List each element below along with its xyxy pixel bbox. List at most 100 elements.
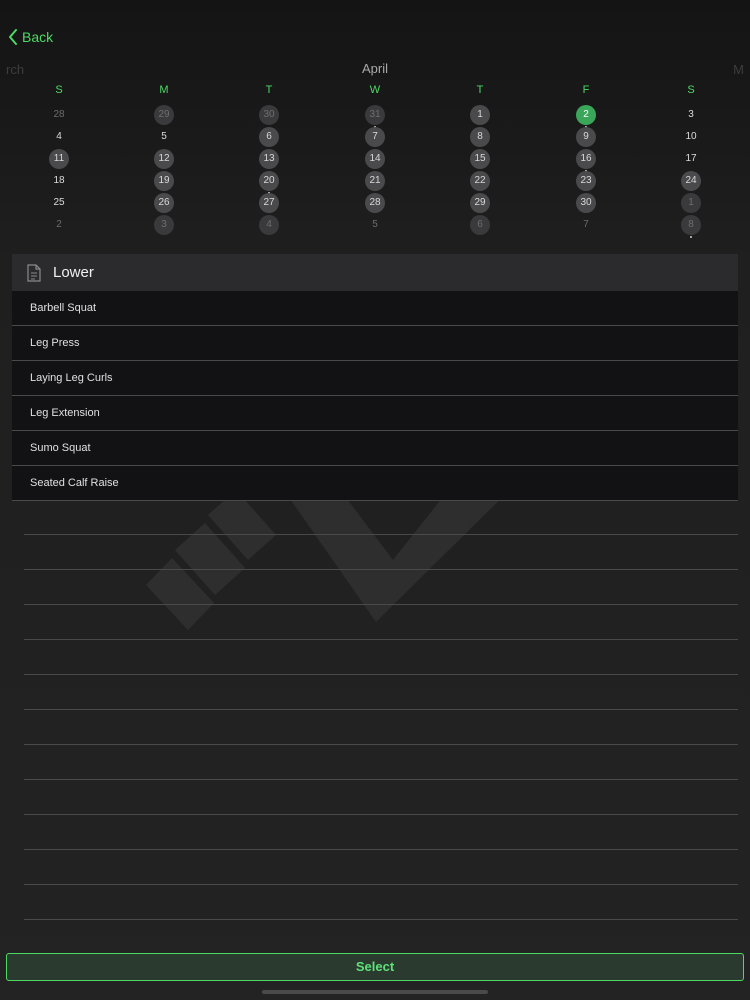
calendar-day[interactable]: 28 [365, 193, 385, 213]
calendar-day[interactable]: 17 [681, 149, 701, 169]
calendar-day[interactable]: 23 [576, 171, 596, 191]
calendar-day-number: 2 [56, 219, 62, 230]
back-label: Back [22, 29, 54, 45]
calendar-day-number: 12 [158, 153, 170, 164]
exercise-row[interactable]: Sumo Squat [12, 431, 738, 466]
calendar-day[interactable]: 25 [49, 193, 69, 213]
calendar-day-number: 9 [583, 131, 589, 142]
calendar-day-number: 11 [53, 153, 65, 164]
calendar-day[interactable]: 6 [470, 215, 490, 235]
weekday-label: S [687, 84, 695, 96]
empty-list-line [24, 885, 738, 920]
calendar-day[interactable]: 29 [154, 105, 174, 125]
calendar-day[interactable]: 3 [154, 215, 174, 235]
exercise-row[interactable]: Leg Press [12, 326, 738, 361]
calendar-day-number: 17 [685, 153, 697, 164]
calendar-day-number: 8 [477, 131, 483, 142]
calendar-day[interactable]: 5 [154, 127, 174, 147]
chevron-left-icon [9, 29, 17, 45]
calendar-day-number: 26 [158, 197, 170, 208]
exercise-name: Leg Press [30, 337, 80, 349]
calendar-day-number: 14 [369, 153, 381, 164]
document-icon [27, 263, 41, 282]
calendar-week-row: 11 12 13 14 15 16 17 [0, 148, 750, 172]
calendar-day[interactable]: 12 [154, 149, 174, 169]
calendar-day-number: 5 [372, 219, 378, 230]
calendar-day[interactable]: 8 [681, 215, 701, 238]
calendar-day[interactable]: 31 [365, 105, 385, 128]
calendar-day-number: 21 [369, 175, 381, 186]
weekday-label: T [476, 84, 484, 96]
calendar-day-number: 19 [158, 175, 170, 186]
calendar-day-number: 27 [263, 197, 275, 208]
calendar-day[interactable]: 24 [681, 171, 701, 191]
home-indicator [262, 990, 488, 994]
calendar-week-row: 28 29 30 31 1 2 3 [0, 104, 750, 128]
calendar-grid: SMTWTFS 28 29 30 31 1 2 3 4 5 6 7 8 9 10 11 12 13 14 15 16 1… [0, 82, 750, 238]
calendar-weeks: 28 29 30 31 1 2 3 4 5 6 7 8 9 10 11 12 13 14 15 16 17 18 19 20 2… [0, 104, 750, 238]
calendar-day[interactable]: 22 [470, 171, 490, 191]
calendar-day[interactable]: 21 [365, 171, 385, 191]
calendar-day-number: 10 [685, 131, 697, 142]
calendar-day[interactable]: 15 [470, 149, 490, 169]
calendar-day[interactable]: 9 [576, 127, 596, 147]
calendar-day[interactable]: 8 [470, 127, 490, 147]
empty-list-line [24, 850, 738, 885]
calendar-day-number: 15 [474, 153, 486, 164]
workout-dot-indicator [690, 236, 692, 238]
exercise-name: Laying Leg Curls [30, 372, 113, 384]
empty-list-line [24, 780, 738, 815]
calendar-day[interactable]: 30 [576, 193, 596, 213]
calendar-day[interactable]: 2 [49, 215, 69, 235]
calendar-day[interactable]: 30 [259, 105, 279, 125]
calendar-day[interactable]: 18 [49, 171, 69, 191]
month-title: April [361, 61, 388, 76]
back-button[interactable]: Back [8, 26, 53, 48]
next-month-label[interactable]: M [733, 62, 744, 77]
calendar-day[interactable]: 11 [49, 149, 69, 169]
calendar-day-number: 29 [474, 197, 486, 208]
calendar-day[interactable]: 6 [259, 127, 279, 147]
calendar-day[interactable]: 7 [365, 127, 385, 147]
screen: Back rch April M SMTWTFS 28 29 30 31 1 2 3 4 5 6 7… [0, 0, 750, 1000]
empty-list-line [24, 745, 738, 780]
calendar-day-number: 31 [369, 109, 381, 120]
exercise-name: Seated Calf Raise [30, 477, 119, 489]
exercise-list: Barbell Squat Leg Press Laying Leg Curls Le… [12, 291, 738, 501]
workout-header[interactable]: Lower [12, 254, 738, 291]
calendar-day[interactable]: 26 [154, 193, 174, 213]
calendar-day-today[interactable]: 2 [576, 105, 596, 128]
calendar-day-number: 20 [263, 175, 275, 186]
empty-list-line [24, 605, 738, 640]
calendar-day[interactable]: 28 [49, 105, 69, 125]
calendar-day-number: 29 [158, 109, 170, 120]
calendar-day[interactable]: 3 [681, 105, 701, 125]
exercise-row[interactable]: Barbell Squat [12, 291, 738, 326]
exercise-row[interactable]: Seated Calf Raise [12, 466, 738, 501]
calendar-day[interactable]: 13 [259, 149, 279, 169]
calendar-day[interactable]: 4 [49, 127, 69, 147]
calendar-day-number: 23 [580, 175, 592, 186]
exercise-row[interactable]: Leg Extension [12, 396, 738, 431]
calendar-day[interactable]: 16 [576, 149, 596, 172]
empty-list-line [24, 815, 738, 850]
calendar-day[interactable]: 10 [681, 127, 701, 147]
calendar-day[interactable]: 29 [470, 193, 490, 213]
select-button[interactable]: Select [6, 953, 744, 981]
calendar-day[interactable]: 27 [259, 193, 279, 213]
calendar-day[interactable]: 1 [681, 193, 701, 213]
calendar-day[interactable]: 4 [259, 215, 279, 235]
calendar-day[interactable]: 1 [470, 105, 490, 125]
calendar-day-number: 3 [161, 219, 167, 230]
calendar-day-number: 5 [161, 131, 167, 142]
status-bar [0, 0, 750, 18]
calendar-day-number: 28 [369, 197, 381, 208]
calendar-day[interactable]: 5 [365, 215, 385, 235]
calendar-day[interactable]: 20 [259, 171, 279, 194]
calendar-day[interactable]: 7 [576, 215, 596, 235]
calendar-day[interactable]: 19 [154, 171, 174, 191]
calendar-week-row: 25 26 27 28 29 30 1 [0, 192, 750, 214]
calendar-day-number: 4 [266, 219, 272, 230]
calendar-day[interactable]: 14 [365, 149, 385, 169]
exercise-row[interactable]: Laying Leg Curls [12, 361, 738, 396]
